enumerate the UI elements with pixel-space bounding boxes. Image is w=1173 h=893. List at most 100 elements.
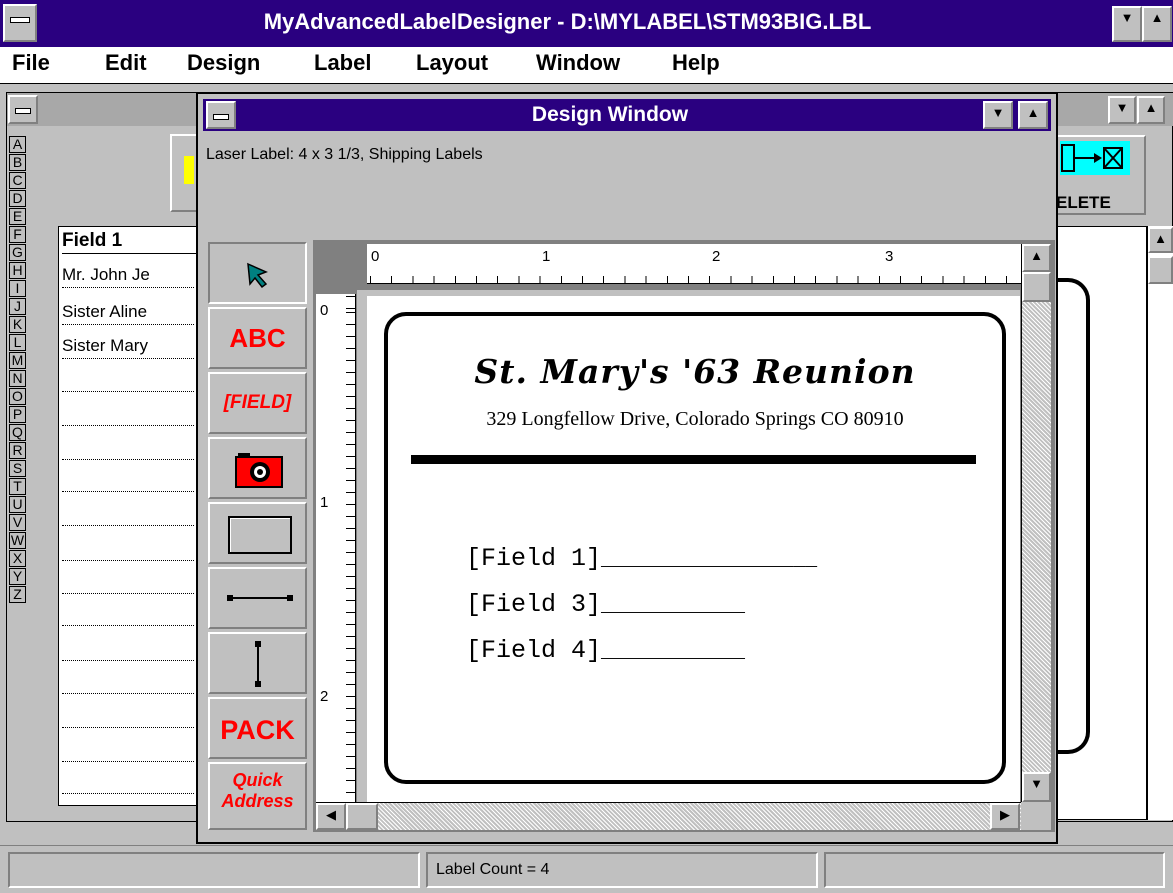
table-row-empty[interactable] bbox=[62, 500, 194, 526]
design-window-minimize[interactable]: ▼ bbox=[983, 101, 1013, 129]
app-minimize-button[interactable]: ▼ bbox=[1112, 6, 1142, 42]
alpha-tab-u[interactable]: U bbox=[9, 496, 26, 513]
table-row-empty[interactable] bbox=[62, 768, 194, 794]
alpha-tab-t[interactable]: T bbox=[9, 478, 26, 495]
alpha-tab-e[interactable]: E bbox=[9, 208, 26, 225]
design-hscroll-thumb[interactable] bbox=[346, 803, 378, 830]
table-row-empty[interactable] bbox=[62, 668, 194, 694]
table-row-empty[interactable] bbox=[62, 466, 194, 492]
tool-vline[interactable] bbox=[208, 632, 307, 694]
design-hscroll-left[interactable]: ◀ bbox=[316, 803, 346, 830]
delete-button-label: ELETE bbox=[1056, 193, 1111, 212]
field-3-underline: ____________ bbox=[601, 595, 746, 618]
tool-pack[interactable]: PACK bbox=[208, 697, 307, 759]
design-hscroll-right[interactable]: ▶ bbox=[990, 803, 1020, 830]
ruler-v-ticks bbox=[346, 294, 356, 802]
menu-bar: File Edit Design Label Layout Window Hel… bbox=[0, 47, 1173, 84]
tool-text[interactable]: ABC bbox=[208, 307, 307, 369]
design-vscroll-down[interactable]: ▼ bbox=[1022, 772, 1051, 802]
alpha-tab-q[interactable]: Q bbox=[9, 424, 26, 441]
design-vscroll-thumb[interactable] bbox=[1022, 272, 1051, 302]
alpha-tab-y[interactable]: Y bbox=[9, 568, 26, 585]
alpha-tab-m[interactable]: M bbox=[9, 352, 26, 369]
design-window-system-menu[interactable] bbox=[206, 101, 236, 129]
label-field-4[interactable]: [Field 4]____________ bbox=[466, 636, 745, 665]
alpha-tab-n[interactable]: N bbox=[9, 370, 26, 387]
label-field-3[interactable]: [Field 3]____________ bbox=[466, 590, 745, 619]
alpha-tab-b[interactable]: B bbox=[9, 154, 26, 171]
menu-file[interactable]: File bbox=[12, 50, 50, 76]
label-divider-line[interactable] bbox=[411, 455, 976, 464]
alpha-tab-v[interactable]: V bbox=[9, 514, 26, 531]
status-pane-left bbox=[8, 852, 420, 888]
tool-rectangle[interactable] bbox=[208, 502, 307, 564]
alpha-tab-i[interactable]: I bbox=[9, 280, 26, 297]
table-row-empty[interactable] bbox=[62, 434, 194, 460]
alpha-tab-o[interactable]: O bbox=[9, 388, 26, 405]
data-window-maximize[interactable]: ▲ bbox=[1137, 96, 1165, 124]
menu-layout[interactable]: Layout bbox=[416, 50, 488, 76]
table-row-empty[interactable] bbox=[62, 635, 194, 661]
menu-label[interactable]: Label bbox=[314, 50, 371, 76]
design-vscroll[interactable] bbox=[1021, 244, 1051, 802]
alpha-tab-w[interactable]: W bbox=[9, 532, 26, 549]
alpha-tab-k[interactable]: K bbox=[9, 316, 26, 333]
ruler-v-1: 1 bbox=[320, 494, 329, 511]
data-window-system-menu[interactable] bbox=[8, 95, 38, 124]
alpha-tab-s[interactable]: S bbox=[9, 460, 26, 477]
alpha-tab-l[interactable]: L bbox=[9, 334, 26, 351]
data-window-minimize[interactable]: ▼ bbox=[1108, 96, 1136, 124]
app-system-menu-button[interactable] bbox=[3, 4, 37, 42]
design-vscroll-up[interactable]: ▲ bbox=[1022, 244, 1051, 272]
table-row-empty[interactable] bbox=[62, 366, 194, 392]
table-row-empty[interactable] bbox=[62, 600, 194, 626]
tool-pack-label: PACK bbox=[220, 715, 295, 745]
tool-field[interactable]: [FIELD] bbox=[208, 372, 307, 434]
alpha-tab-x[interactable]: X bbox=[9, 550, 26, 567]
table-row[interactable]: Sister Aline bbox=[62, 299, 194, 325]
delete-button[interactable]: ELETE bbox=[1052, 135, 1146, 215]
design-window-title: Design Window bbox=[531, 103, 689, 126]
table-row[interactable]: Sister Mary bbox=[62, 333, 194, 359]
data-window-vscroll[interactable] bbox=[1147, 226, 1173, 820]
field-1-text: [Field 1] bbox=[466, 544, 602, 573]
menu-window[interactable]: Window bbox=[536, 50, 620, 76]
tool-hline[interactable] bbox=[208, 567, 307, 629]
design-hscroll[interactable] bbox=[316, 802, 1021, 830]
label-field-1[interactable]: [Field 1]__________________ bbox=[466, 544, 817, 573]
data-grid-header[interactable]: Field 1 bbox=[62, 228, 196, 254]
design-window-maximize[interactable]: ▲ bbox=[1018, 101, 1048, 129]
design-scroll-corner bbox=[1021, 802, 1051, 830]
table-row[interactable]: Mr. John Je bbox=[62, 262, 194, 288]
data-vscroll-thumb[interactable] bbox=[1148, 256, 1173, 284]
label-title[interactable]: St. Mary's '63 Reunion bbox=[384, 352, 1006, 391]
alpha-tab-f[interactable]: F bbox=[9, 226, 26, 243]
table-row-empty[interactable] bbox=[62, 400, 194, 426]
delete-record-icon bbox=[1060, 141, 1130, 175]
table-row-empty[interactable] bbox=[62, 736, 194, 762]
table-row-empty[interactable] bbox=[62, 568, 194, 594]
alpha-tab-g[interactable]: G bbox=[9, 244, 26, 261]
alpha-tab-h[interactable]: H bbox=[9, 262, 26, 279]
menu-edit[interactable]: Edit bbox=[105, 50, 147, 76]
tool-quick-address-label: Quick Address bbox=[221, 770, 294, 811]
alpha-tab-z[interactable]: Z bbox=[9, 586, 26, 603]
alpha-tab-c[interactable]: C bbox=[9, 172, 26, 189]
label-address[interactable]: 329 Longfellow Drive, Colorado Springs C… bbox=[384, 408, 1006, 431]
menu-help[interactable]: Help bbox=[672, 50, 720, 76]
table-row-empty[interactable] bbox=[62, 702, 194, 728]
data-vscroll-up[interactable]: ▲ bbox=[1148, 227, 1173, 253]
table-row-empty[interactable] bbox=[62, 535, 194, 561]
menu-design[interactable]: Design bbox=[187, 50, 260, 76]
alpha-tab-a[interactable]: A bbox=[9, 136, 26, 153]
vertical-line-icon bbox=[255, 641, 261, 687]
tool-pointer[interactable] bbox=[208, 242, 307, 304]
alpha-tab-p[interactable]: P bbox=[9, 406, 26, 423]
app-maximize-button[interactable]: ▲ bbox=[1142, 6, 1172, 42]
tool-picture[interactable] bbox=[208, 437, 307, 499]
tool-quick-address[interactable]: Quick Address bbox=[208, 762, 307, 830]
alpha-tab-j[interactable]: J bbox=[9, 298, 26, 315]
alpha-tab-d[interactable]: D bbox=[9, 190, 26, 207]
alpha-tab-r[interactable]: R bbox=[9, 442, 26, 459]
ruler-v-0: 0 bbox=[320, 302, 329, 319]
